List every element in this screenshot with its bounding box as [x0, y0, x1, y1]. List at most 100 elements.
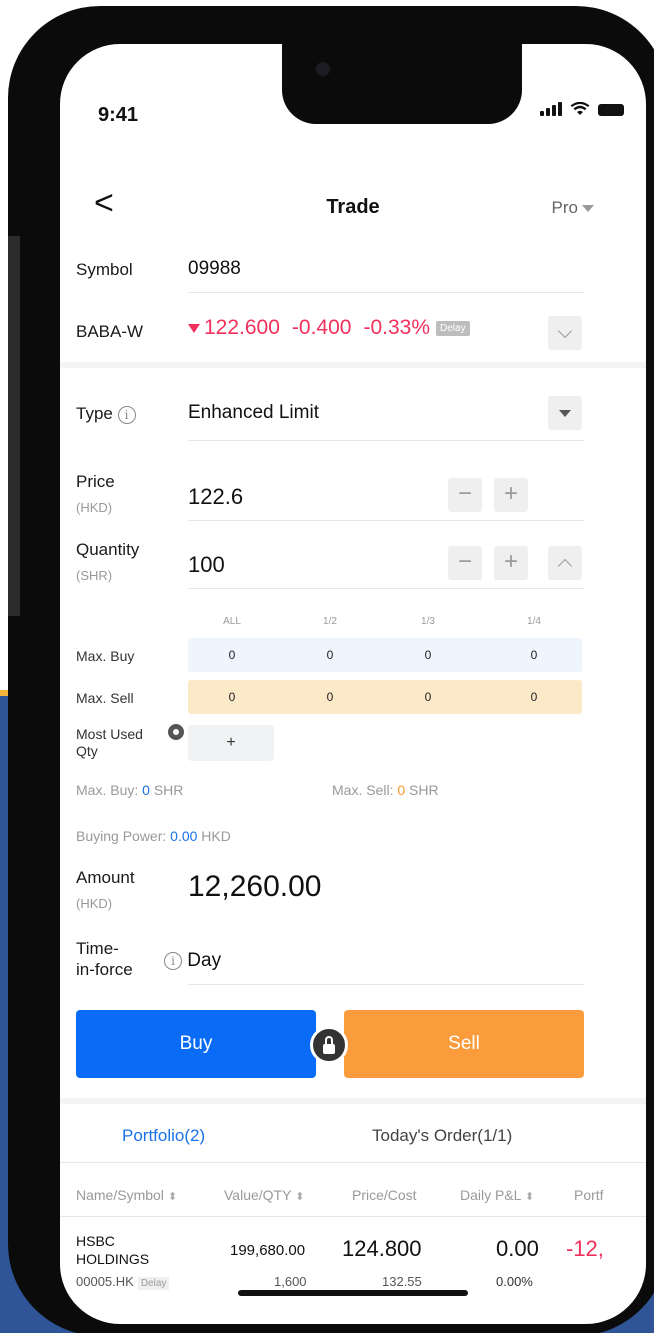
buy-button[interactable]: Buy	[76, 1010, 316, 1078]
max-buy-third[interactable]: 0	[398, 638, 458, 672]
holding-daily-pnl-pct: 0.00%	[496, 1274, 533, 1289]
lock-icon[interactable]	[310, 1026, 348, 1064]
buying-power-unit: HKD	[197, 828, 231, 844]
pro-mode-dropdown[interactable]: Pro	[552, 198, 594, 218]
max-sell-third[interactable]: 0	[398, 680, 458, 714]
amount-unit: (HKD)	[76, 896, 113, 911]
caret-down-icon	[582, 205, 594, 213]
fraction-third[interactable]: 1/3	[398, 616, 458, 627]
info-icon[interactable]: i	[164, 951, 182, 970]
price-increase-button[interactable]: +	[494, 478, 528, 512]
quantity-collapse-button[interactable]	[548, 546, 582, 580]
max-sell-all[interactable]: 0	[202, 680, 262, 714]
holding-name: HSBC HOLDINGS	[76, 1232, 149, 1268]
holding-cost: 132.55	[382, 1274, 422, 1289]
header-daily-pnl[interactable]: Daily P&L ⬍	[460, 1187, 534, 1203]
max-sell-row: 0 0 0 0	[188, 680, 582, 714]
add-most-used-qty-button[interactable]: +	[188, 725, 274, 761]
type-label-text: Type	[76, 404, 113, 423]
signal-icon	[540, 102, 562, 116]
fraction-quarter[interactable]: 1/4	[504, 616, 564, 627]
max-sell-half[interactable]: 0	[300, 680, 360, 714]
quantity-unit: (SHR)	[76, 568, 113, 583]
tab-todays-order[interactable]: Today's Order(1/1)	[372, 1126, 512, 1146]
header-portfolio-pnl[interactable]: Portf	[574, 1187, 604, 1203]
max-buy-summary-value: 0	[142, 782, 150, 798]
max-buy-row-label: Max. Buy	[76, 648, 135, 664]
battery-icon	[598, 104, 624, 116]
phone-side-button	[8, 236, 20, 616]
sort-icon: ⬍	[295, 1191, 305, 1203]
wifi-icon	[570, 102, 590, 115]
header-daily-pnl-label: Daily P&L	[460, 1187, 521, 1203]
quantity-label: Quantity	[76, 540, 140, 559]
symbol-input[interactable]: 09988	[188, 258, 241, 280]
section-separator	[60, 362, 646, 368]
holding-price: 124.800	[342, 1236, 422, 1261]
fraction-all[interactable]: ALL	[202, 616, 262, 627]
price-down-icon	[188, 323, 200, 333]
quantity-decrease-button[interactable]: −	[448, 546, 482, 580]
max-buy-half[interactable]: 0	[300, 638, 360, 672]
tab-portfolio[interactable]: Portfolio(2)	[122, 1126, 205, 1146]
stock-name: BABA-W	[76, 322, 144, 341]
quantity-divider	[188, 588, 584, 589]
time-in-force-select[interactable]: i Day	[164, 950, 221, 972]
header-price-cost[interactable]: Price/Cost	[352, 1187, 417, 1203]
stock-quote: 122.600 -0.400 -0.33% Delay	[188, 316, 470, 340]
max-sell-quarter[interactable]: 0	[504, 680, 564, 714]
header-name-symbol-label: Name/Symbol	[76, 1187, 164, 1203]
header-name-symbol[interactable]: Name/Symbol ⬍	[76, 1187, 177, 1203]
holding-code-text: 00005.HK	[76, 1274, 134, 1289]
holding-name-line2: HOLDINGS	[76, 1251, 150, 1267]
max-buy-quarter[interactable]: 0	[504, 638, 564, 672]
stock-change-pct: -0.33%	[363, 316, 431, 339]
max-sell-summary-label: Max. Sell:	[332, 782, 398, 798]
holding-portfolio-pnl: -12,	[566, 1236, 604, 1261]
quote-expand-button[interactable]	[548, 316, 582, 350]
price-input[interactable]: 122.6	[188, 484, 243, 510]
buying-power-value: 0.00	[170, 828, 198, 844]
gear-icon[interactable]	[168, 724, 184, 740]
delay-badge: Delay	[137, 1277, 170, 1290]
symbol-label: Symbol	[76, 260, 133, 279]
pro-mode-label: Pro	[551, 198, 578, 217]
max-buy-all[interactable]: 0	[202, 638, 262, 672]
max-buy-summary-label: Max. Buy:	[76, 782, 143, 798]
status-time: 9:41	[98, 104, 139, 126]
holding-daily-pnl: 0.00	[496, 1236, 539, 1261]
sort-icon: ⬍	[524, 1191, 535, 1203]
order-type-dropdown-button[interactable]	[548, 396, 582, 430]
symbol-divider	[188, 292, 584, 293]
most-used-qty-label: Most Used Qty	[76, 726, 143, 760]
type-label: Type i	[76, 404, 136, 424]
max-sell-row-label: Max. Sell	[76, 690, 134, 706]
info-icon[interactable]: i	[117, 405, 136, 424]
section-separator	[60, 1098, 646, 1104]
header-divider	[60, 1216, 646, 1217]
max-sell-summary-value: 0	[397, 782, 406, 798]
price-unit: (HKD)	[76, 500, 113, 515]
quantity-increase-button[interactable]: +	[494, 546, 528, 580]
sell-button[interactable]: Sell	[344, 1010, 584, 1078]
phone-frame: 9:41 < Trade Pro Symbol 09988 BABA-W 122…	[8, 6, 654, 1333]
time-in-force-label: Time- in-force	[76, 938, 133, 980]
chevron-up-icon	[557, 558, 573, 574]
max-sell-summary-unit: SHR	[405, 782, 439, 798]
sort-icon: ⬍	[167, 1191, 178, 1203]
home-indicator[interactable]	[238, 1290, 468, 1296]
fraction-half[interactable]: 1/2	[300, 616, 360, 627]
amount-value: 12,260.00	[188, 870, 322, 903]
tabs-divider	[60, 1162, 646, 1163]
quantity-input[interactable]: 100	[188, 552, 225, 578]
stock-price: 122.600	[204, 316, 280, 339]
max-buy-summary: Max. Buy: 0 SHR	[76, 782, 183, 798]
price-divider	[188, 520, 584, 521]
header-value-qty[interactable]: Value/QTY ⬍	[224, 1187, 304, 1203]
time-in-force-value: Day	[187, 950, 222, 971]
order-type-select[interactable]: Enhanced Limit	[188, 402, 319, 424]
price-decrease-button[interactable]: −	[448, 478, 482, 512]
notch	[282, 44, 522, 124]
tif-line2: in-force	[76, 960, 133, 979]
buying-power-label: Buying Power:	[76, 828, 171, 844]
